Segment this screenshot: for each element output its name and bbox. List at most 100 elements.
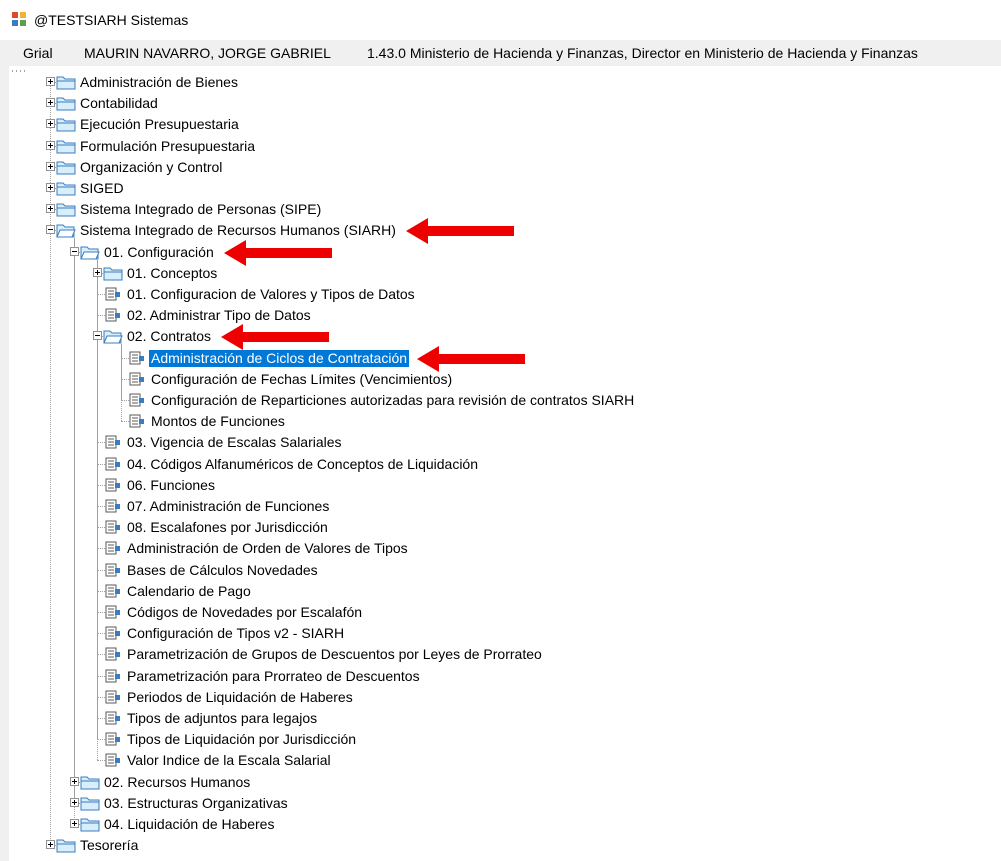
tree-node-label[interactable]: Códigos de Novedades por Escalafón: [125, 604, 364, 621]
tree-node-label[interactable]: 03. Estructuras Organizativas: [102, 795, 290, 812]
tree-node[interactable]: Organización y Control: [0, 157, 1001, 178]
tree-node-label[interactable]: Tipos de Liquidación por Jurisdicción: [125, 731, 358, 748]
minus-expander-icon[interactable]: [93, 331, 102, 341]
tree-node[interactable]: Tesorería: [0, 835, 1001, 856]
tree-node-label[interactable]: Configuración de Fechas Límites (Vencimi…: [149, 371, 454, 388]
tree-node[interactable]: Bases de Cálculos Novedades: [0, 560, 1001, 581]
form-item-icon: [105, 541, 120, 555]
plus-expander-icon[interactable]: [70, 819, 79, 828]
plus-expander-icon[interactable]: [46, 161, 55, 171]
tree-node-label[interactable]: 04. Liquidación de Haberes: [102, 816, 276, 833]
tree-node[interactable]: 07. Administración de Funciones: [0, 496, 1001, 517]
tree-node-label[interactable]: Tipos de adjuntos para legajos: [125, 710, 319, 727]
tree-node-label[interactable]: Configuración de Tipos v2 - SIARH: [125, 625, 346, 642]
tree-node[interactable]: 02. Administrar Tipo de Datos: [0, 305, 1001, 326]
tree-node[interactable]: 03. Vigencia de Escalas Salariales: [0, 432, 1001, 453]
form-item-icon: [105, 669, 120, 683]
tree-node-label[interactable]: Bases de Cálculos Novedades: [125, 562, 320, 579]
tree-node-label[interactable]: 02. Administrar Tipo de Datos: [125, 307, 313, 324]
plus-expander-icon[interactable]: [70, 776, 79, 786]
tree-node[interactable]: Parametrización de Grupos de Descuentos …: [0, 644, 1001, 665]
tree-node-label[interactable]: Tesorería: [78, 837, 140, 854]
minus-expander-icon[interactable]: [46, 225, 55, 235]
tree-node[interactable]: Códigos de Novedades por Escalafón: [0, 602, 1001, 623]
plus-expander-icon[interactable]: [46, 98, 55, 108]
tree-node[interactable]: Configuración de Tipos v2 - SIARH: [0, 623, 1001, 644]
tree-node[interactable]: 04. Liquidación de Haberes: [0, 814, 1001, 835]
plus-expander-icon[interactable]: [70, 797, 79, 807]
tree-node-label[interactable]: 08. Escalafones por Jurisdicción: [125, 519, 330, 536]
tree-node-label[interactable]: Parametrización de Grupos de Descuentos …: [125, 646, 544, 663]
tree-node-label[interactable]: Sistema Integrado de Recursos Humanos (S…: [78, 222, 398, 239]
tree-node[interactable]: Ejecución Presupuestaria: [0, 114, 1001, 135]
tree-node[interactable]: Periodos de Liquidación de Haberes: [0, 687, 1001, 708]
tree-node-label[interactable]: 02. Contratos: [125, 328, 213, 345]
folder-icon: [80, 246, 100, 260]
minus-expander-icon[interactable]: [70, 246, 79, 256]
tree-node[interactable]: 01. Configuración: [0, 242, 1001, 263]
tree-node-label[interactable]: 01. Conceptos: [125, 265, 219, 282]
tree-node-label[interactable]: 04. Códigos Alfanuméricos de Conceptos d…: [125, 456, 480, 473]
tree-node[interactable]: 02. Contratos: [0, 326, 1001, 347]
tree-node-label[interactable]: 03. Vigencia de Escalas Salariales: [125, 434, 344, 451]
tree-node-label[interactable]: Formulación Presupuestaria: [78, 138, 257, 155]
tree-node-label[interactable]: Montos de Funciones: [149, 413, 287, 430]
tree-node-label[interactable]: Ejecución Presupuestaria: [78, 116, 241, 133]
red-arrow-icon: [223, 239, 332, 266]
tree-node[interactable]: Administración de Bienes: [0, 72, 1001, 93]
tree-node[interactable]: Administración de Orden de Valores de Ti…: [0, 538, 1001, 559]
tree-node[interactable]: 03. Estructuras Organizativas: [0, 793, 1001, 814]
tree-node-label[interactable]: 01. Configuración: [102, 244, 216, 261]
tree-node[interactable]: Montos de Funciones: [0, 411, 1001, 432]
tree-node-label[interactable]: Calendario de Pago: [125, 583, 253, 600]
form-item-icon: [105, 647, 120, 661]
plus-expander-icon[interactable]: [46, 140, 55, 150]
plus-expander-icon[interactable]: [46, 119, 55, 129]
tree-node[interactable]: Calendario de Pago: [0, 581, 1001, 602]
tree-node-label[interactable]: Valor Indice de la Escala Salarial: [125, 752, 333, 769]
tree-node[interactable]: Tipos de adjuntos para legajos: [0, 708, 1001, 729]
tree-node[interactable]: Contabilidad: [0, 93, 1001, 114]
tree-node[interactable]: Formulación Presupuestaria: [0, 136, 1001, 157]
tree-node[interactable]: 02. Recursos Humanos: [0, 772, 1001, 793]
tree-node[interactable]: Valor Indice de la Escala Salarial: [0, 750, 1001, 771]
tree-node-label[interactable]: Administración de Orden de Valores de Ti…: [125, 540, 410, 557]
tree-node-label[interactable]: Parametrización para Prorrateo de Descue…: [125, 668, 422, 685]
tree-node[interactable]: Configuración de Fechas Límites (Vencimi…: [0, 369, 1001, 390]
tree-node[interactable]: 08. Escalafones por Jurisdicción: [0, 517, 1001, 538]
tree-node[interactable]: Configuración de Reparticiones autorizad…: [0, 390, 1001, 411]
plus-expander-icon[interactable]: [93, 267, 102, 277]
folder-icon: [56, 76, 76, 90]
plus-expander-icon[interactable]: [46, 204, 55, 214]
form-item-icon: [105, 520, 120, 534]
tree-node[interactable]: 06. Funciones: [0, 475, 1001, 496]
tree-node-label[interactable]: Organización y Control: [78, 159, 224, 176]
plus-expander-icon[interactable]: [46, 77, 55, 86]
tree-node-label[interactable]: 06. Funciones: [125, 477, 217, 494]
tree-node[interactable]: 04. Códigos Alfanuméricos de Conceptos d…: [0, 454, 1001, 475]
tree-node[interactable]: Tipos de Liquidación por Jurisdicción: [0, 729, 1001, 750]
tree-node-label-selected[interactable]: Administración de Ciclos de Contratación: [149, 349, 410, 367]
plus-expander-icon[interactable]: [46, 183, 55, 192]
tree-node-label[interactable]: Administración de Bienes: [78, 74, 240, 91]
tree-node[interactable]: SIGED: [0, 178, 1001, 199]
form-item-icon: [105, 690, 120, 704]
folder-icon: [103, 330, 123, 344]
tree-node-label[interactable]: 07. Administración de Funciones: [125, 498, 331, 515]
tree-node-label[interactable]: Contabilidad: [78, 95, 160, 112]
plus-expander-icon[interactable]: [46, 840, 55, 850]
tree-node-label[interactable]: Sistema Integrado de Personas (SIPE): [78, 201, 323, 218]
tree-node-label[interactable]: 02. Recursos Humanos: [102, 774, 252, 791]
tree-node[interactable]: Sistema Integrado de Personas (SIPE): [0, 199, 1001, 220]
folder-icon: [80, 797, 100, 811]
folder-icon: [56, 161, 76, 175]
tree-node[interactable]: 01. Conceptos: [0, 263, 1001, 284]
tree-node-label[interactable]: Periodos de Liquidación de Haberes: [125, 689, 355, 706]
tree-node-label[interactable]: Configuración de Reparticiones autorizad…: [149, 392, 636, 409]
tree-node[interactable]: Parametrización para Prorrateo de Descue…: [0, 666, 1001, 687]
tree-node-label[interactable]: SIGED: [78, 180, 126, 197]
navigation-tree: Administración de Bienes Contabilidad Ejec…: [0, 0, 1001, 861]
tree-node[interactable]: 01. Configuracion de Valores y Tipos de …: [0, 284, 1001, 305]
tree-node-label[interactable]: 01. Configuracion de Valores y Tipos de …: [125, 286, 417, 303]
folder-icon: [56, 203, 76, 217]
